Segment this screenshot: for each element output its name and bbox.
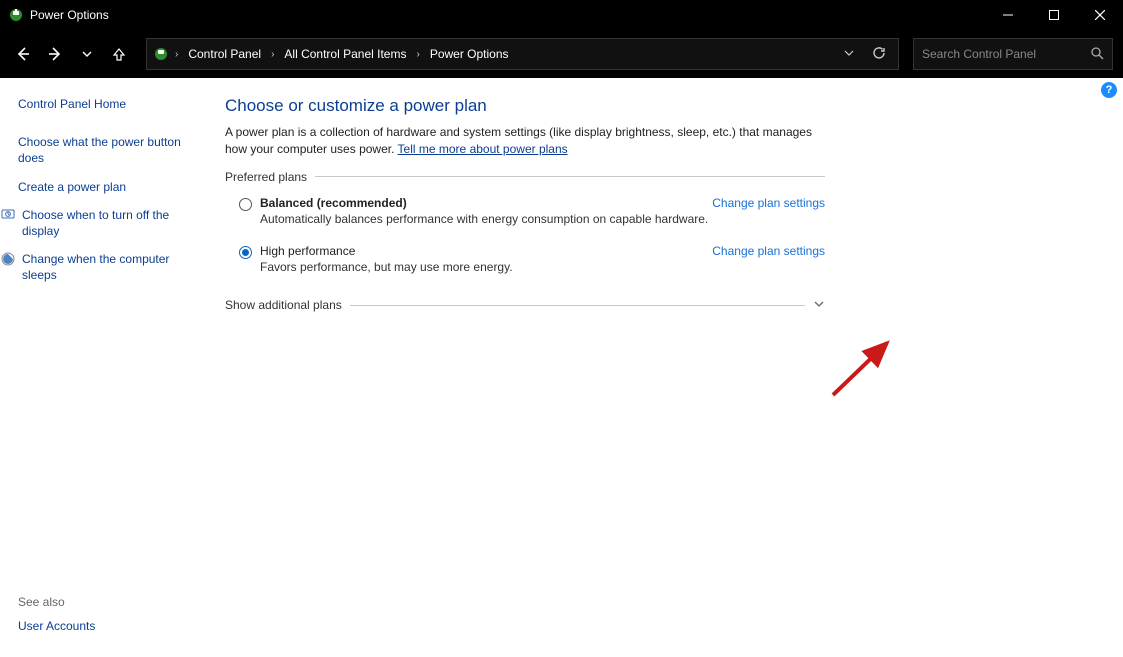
breadcrumb-control-panel[interactable]: Control Panel bbox=[184, 47, 265, 61]
chevron-right-icon[interactable]: › bbox=[269, 49, 276, 60]
window-title: Power Options bbox=[30, 8, 109, 22]
power-options-icon bbox=[153, 46, 169, 62]
address-bar[interactable]: › Control Panel › All Control Panel Item… bbox=[146, 38, 899, 70]
maximize-button[interactable] bbox=[1031, 0, 1077, 30]
chevron-right-icon[interactable]: › bbox=[414, 49, 421, 60]
toolbar: › Control Panel › All Control Panel Item… bbox=[0, 30, 1123, 78]
see-also-heading: See also bbox=[18, 595, 201, 609]
change-plan-settings-balanced[interactable]: Change plan settings bbox=[712, 196, 825, 210]
close-button[interactable] bbox=[1077, 0, 1123, 30]
additional-plans-toggle[interactable]: Show additional plans bbox=[225, 298, 825, 313]
page-title: Choose or customize a power plan bbox=[225, 96, 825, 116]
plan-balanced: Balanced (recommended) Change plan setti… bbox=[225, 190, 825, 228]
sidebar-link-computer-sleeps[interactable]: Change when the computer sleeps bbox=[18, 251, 201, 283]
plan-high-performance: High performance Change plan settings Fa… bbox=[225, 238, 825, 276]
recent-locations-button[interactable] bbox=[74, 41, 100, 67]
sidebar-link-create-plan[interactable]: Create a power plan bbox=[18, 179, 201, 195]
control-panel-home-link[interactable]: Control Panel Home bbox=[18, 96, 201, 112]
search-icon[interactable] bbox=[1090, 46, 1104, 63]
display-off-icon bbox=[0, 207, 16, 223]
up-button[interactable] bbox=[106, 41, 132, 67]
change-plan-settings-high-performance[interactable]: Change plan settings bbox=[712, 244, 825, 258]
back-button[interactable] bbox=[10, 41, 36, 67]
refresh-button[interactable] bbox=[872, 46, 886, 63]
breadcrumb-power-options[interactable]: Power Options bbox=[426, 47, 513, 61]
sidebar-link-power-button[interactable]: Choose what the power button does bbox=[18, 134, 201, 166]
radio-high-performance[interactable] bbox=[239, 246, 252, 259]
chevron-down-icon[interactable] bbox=[844, 47, 854, 61]
sidebar: Control Panel Home Choose what the power… bbox=[0, 78, 215, 657]
minimize-button[interactable] bbox=[985, 0, 1031, 30]
forward-button[interactable] bbox=[42, 41, 68, 67]
sleep-icon bbox=[0, 251, 16, 267]
plan-high-performance-name[interactable]: High performance bbox=[260, 244, 355, 258]
plan-high-performance-desc: Favors performance, but may use more ene… bbox=[260, 260, 825, 274]
user-accounts-link[interactable]: User Accounts bbox=[18, 619, 201, 633]
chevron-right-icon[interactable]: › bbox=[173, 49, 180, 60]
radio-balanced[interactable] bbox=[239, 198, 252, 211]
search-box[interactable] bbox=[913, 38, 1113, 70]
plan-balanced-desc: Automatically balances performance with … bbox=[260, 212, 825, 226]
sidebar-link-turn-off-display[interactable]: Choose when to turn off the display bbox=[18, 207, 201, 239]
breadcrumb-all-items[interactable]: All Control Panel Items bbox=[280, 47, 410, 61]
learn-more-link[interactable]: Tell me more about power plans bbox=[398, 142, 568, 156]
titlebar: Power Options bbox=[0, 0, 1123, 30]
main-content: Choose or customize a power plan A power… bbox=[215, 78, 1123, 657]
preferred-plans-heading: Preferred plans bbox=[225, 170, 825, 184]
chevron-down-icon bbox=[813, 298, 825, 313]
annotation-arrow bbox=[825, 333, 905, 403]
plan-balanced-name[interactable]: Balanced (recommended) bbox=[260, 196, 407, 210]
page-description: A power plan is a collection of hardware… bbox=[225, 124, 825, 158]
power-options-icon bbox=[8, 7, 24, 23]
search-input[interactable] bbox=[922, 47, 1090, 61]
